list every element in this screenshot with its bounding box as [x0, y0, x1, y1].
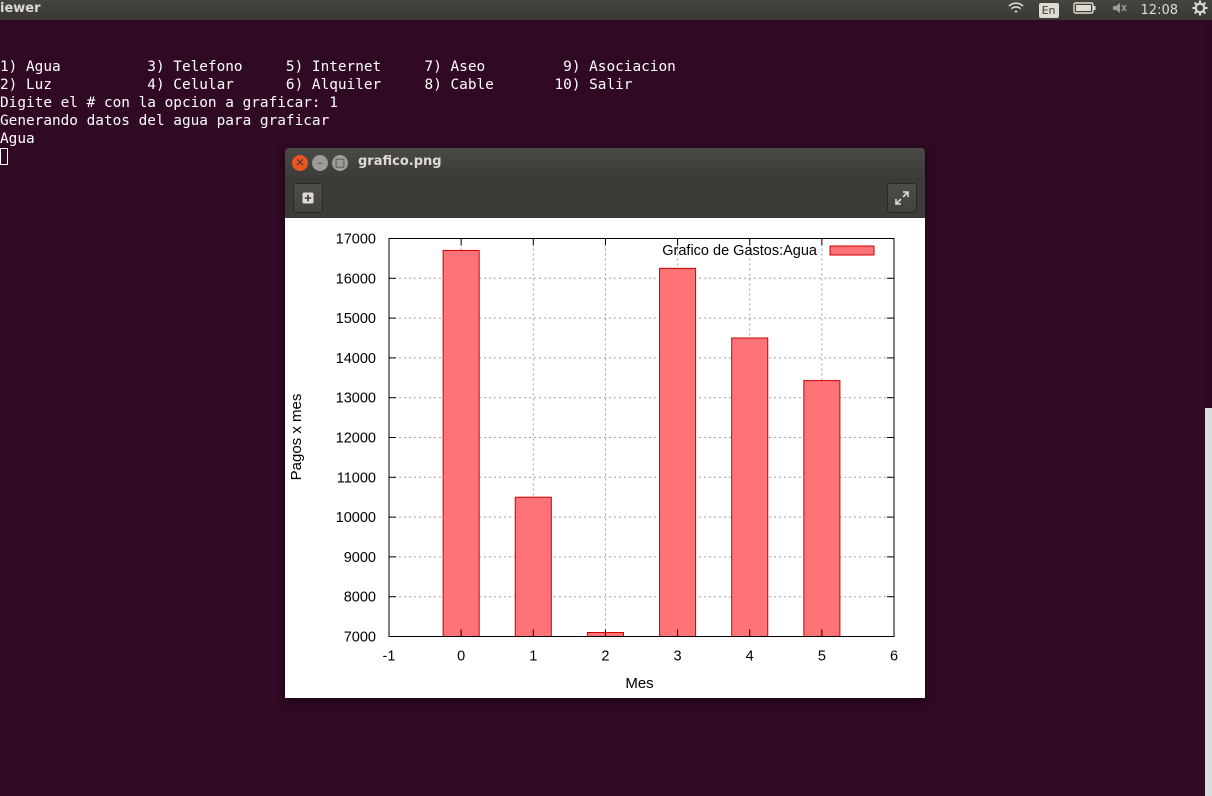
bar	[731, 337, 769, 637]
y-axis-label: Pagos x mes	[288, 394, 305, 481]
legend-swatch	[829, 245, 875, 256]
x-tick-label: 5	[818, 649, 826, 665]
minimize-button[interactable]: –	[312, 155, 328, 171]
keyboard-layout-indicator[interactable]: En	[1038, 2, 1059, 18]
system-tray: En 12:08	[993, 0, 1212, 20]
close-button[interactable]: ✕	[292, 155, 308, 171]
terminal-line: Agua	[0, 131, 35, 147]
y-tick-label: 7000	[344, 630, 376, 646]
y-tick-label: 10000	[336, 510, 376, 526]
window-titlebar[interactable]: ✕ – □ grafico.png	[285, 148, 925, 178]
y-tick-label: 13000	[336, 391, 376, 407]
y-tick-label: 17000	[336, 232, 376, 248]
plus-square-icon	[302, 192, 314, 204]
x-tick-label: 0	[457, 649, 465, 665]
x-tick-label: 3	[674, 649, 682, 665]
top-panel: iewer En 12:08	[0, 0, 1212, 20]
legend-label: Grafico de Gastos:Agua	[662, 243, 818, 259]
bar	[659, 267, 697, 637]
y-tick-label: 9000	[344, 550, 376, 566]
y-tick-label: 14000	[336, 351, 376, 367]
x-tick-label: -1	[383, 649, 396, 665]
volume-icon[interactable]	[1111, 1, 1127, 19]
bar	[514, 496, 552, 638]
image-viewer-window: ✕ – □ grafico.png 7000 8000 9000 10000 11000…	[285, 148, 925, 698]
viewer-toolbar	[285, 178, 925, 218]
wifi-icon[interactable]	[1007, 1, 1025, 19]
bar-chart: 7000800090001000011000120001300014000150…	[288, 232, 898, 693]
x-tick-label: 4	[746, 649, 754, 665]
fullscreen-icon	[895, 191, 909, 205]
image-canvas[interactable]: 7000 8000 9000 10000 11000 12000 13000 14000 150…	[285, 218, 925, 698]
zoom-button[interactable]	[293, 183, 323, 213]
terminal-scrollbar-thumb[interactable]	[1205, 22, 1212, 408]
close-icon: ✕	[295, 156, 305, 169]
y-tick-label: 16000	[336, 271, 376, 287]
bar	[803, 380, 841, 637]
battery-icon[interactable]	[1072, 2, 1097, 18]
maximize-icon: □	[334, 156, 346, 169]
terminal-line: Digite el # con la opcion a graficar: 1	[0, 95, 338, 111]
fullscreen-button[interactable]	[887, 183, 917, 213]
gear-icon[interactable]	[1192, 0, 1208, 20]
y-tick-label: 12000	[336, 431, 376, 447]
terminal-line: 1) Agua 3) Telefono 5) Internet 7) Aseo …	[0, 59, 676, 75]
x-tick-label: 1	[529, 649, 537, 665]
terminal-line: Generando datos del agua para graficar	[0, 113, 330, 129]
y-tick-label: 11000	[337, 470, 376, 486]
x-axis-label: Mes	[625, 675, 653, 692]
window-title: grafico.png	[358, 154, 442, 169]
minimize-icon: –	[317, 156, 323, 169]
terminal-line: 2) Luz 4) Celular 6) Alquiler 8) Cable 1…	[0, 77, 633, 93]
y-tick-label: 8000	[344, 590, 376, 606]
x-tick-label: 6	[890, 649, 898, 665]
terminal-cursor	[0, 148, 8, 165]
maximize-button[interactable]: □	[332, 155, 348, 171]
y-tick-label: 15000	[336, 311, 376, 327]
bar	[442, 249, 480, 637]
x-tick-label: 2	[601, 649, 609, 665]
app-title: iewer	[0, 1, 41, 16]
clock[interactable]: 12:08	[1141, 3, 1178, 18]
